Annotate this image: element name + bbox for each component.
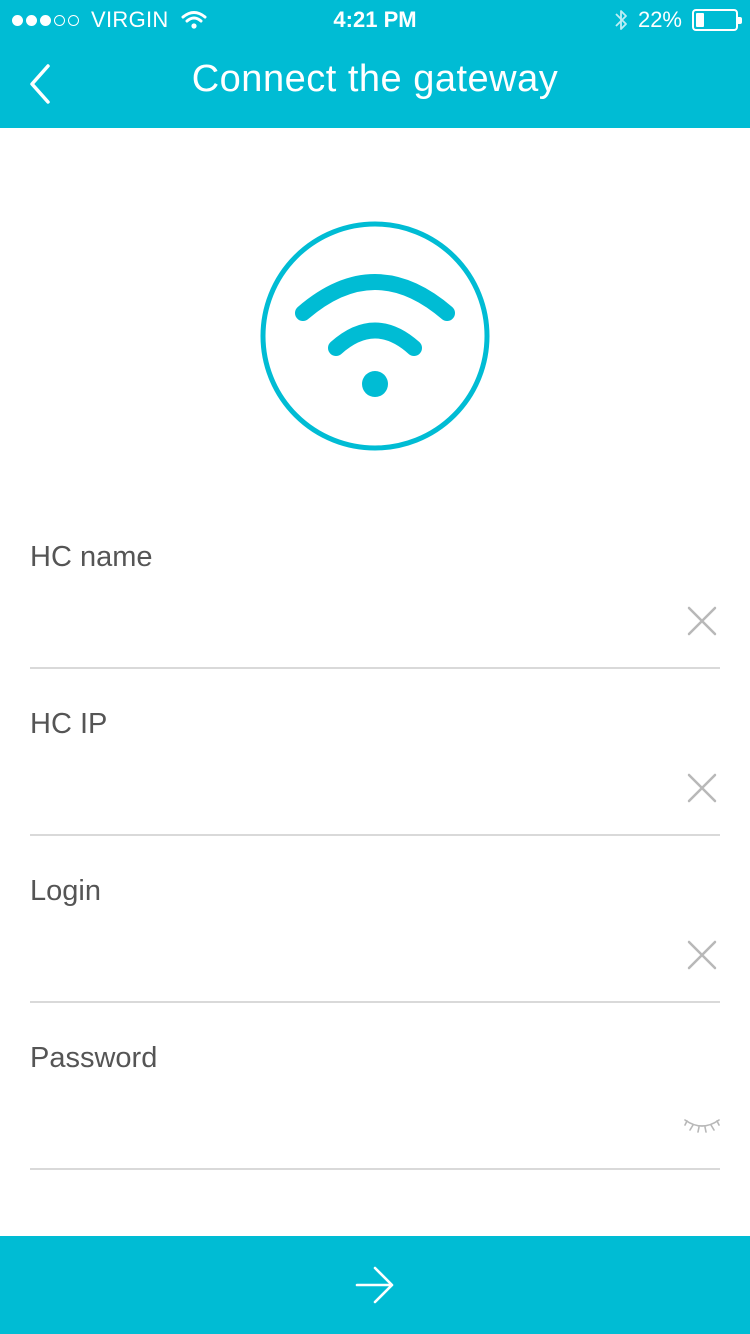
- password-label: Password: [30, 1042, 158, 1074]
- battery-tip: [738, 17, 742, 24]
- page-title: Connect the gateway: [191, 58, 559, 100]
- divider: [30, 667, 720, 669]
- hc-ip-input[interactable]: [30, 770, 660, 826]
- bluetooth-icon: [615, 10, 627, 30]
- field-hc-ip: HC IP: [30, 708, 720, 875]
- hc-name-input[interactable]: [30, 603, 660, 659]
- password-input[interactable]: [30, 1104, 660, 1160]
- hc-name-label: HC name: [30, 541, 153, 573]
- nav-bar: Connect the gateway: [0, 40, 750, 128]
- toggle-password-visibility-button[interactable]: [684, 1106, 720, 1142]
- login-label: Login: [30, 875, 101, 907]
- status-right: 22%: [614, 7, 742, 33]
- arrow-right-icon: [355, 1266, 394, 1304]
- battery-fill: [696, 13, 704, 27]
- clear-login-button[interactable]: [684, 937, 720, 973]
- screen: VIRGIN 4:21 PM 22% Connect the gateway H…: [0, 0, 750, 1334]
- clear-icon: [687, 606, 717, 636]
- clear-icon: [687, 773, 717, 803]
- battery-percentage: 22%: [637, 7, 682, 32]
- wifi-icon: [260, 221, 490, 451]
- divider: [30, 1001, 720, 1003]
- field-login: Login: [30, 875, 720, 1042]
- next-button[interactable]: [0, 1236, 750, 1334]
- clear-hc-name-button[interactable]: [684, 603, 720, 639]
- clear-icon: [687, 940, 717, 970]
- login-input[interactable]: [30, 937, 660, 993]
- eye-closed-icon: [684, 1119, 720, 1133]
- field-password: Password: [30, 1042, 720, 1209]
- divider: [30, 834, 720, 836]
- battery-icon: [692, 9, 742, 31]
- clear-hc-ip-button[interactable]: [684, 770, 720, 806]
- hc-ip-label: HC IP: [30, 708, 108, 740]
- header: VIRGIN 4:21 PM 22% Connect the gateway: [0, 0, 750, 128]
- status-bar: VIRGIN 4:21 PM 22%: [0, 0, 750, 40]
- field-hc-name: HC name: [30, 541, 720, 708]
- divider: [30, 1168, 720, 1170]
